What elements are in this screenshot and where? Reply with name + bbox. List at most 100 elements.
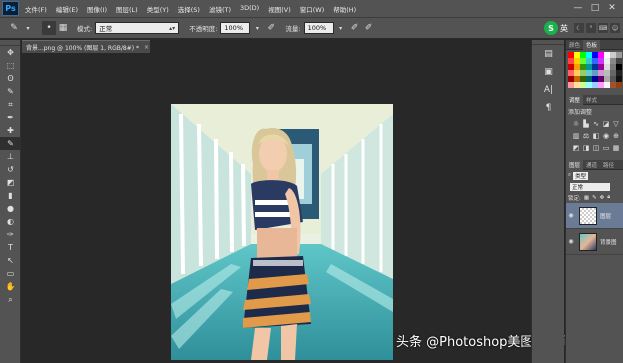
lock-brush-icon[interactable]: ✎ [592,195,597,201]
menu-item[interactable]: 3D(D) [240,4,259,14]
zoom-tool-icon[interactable]: ⌕ [0,293,21,306]
menu-item[interactable]: 图层(L) [116,4,138,14]
tab-swatches[interactable]: 色板 [583,39,601,50]
exposure-icon[interactable]: ◪ [601,118,611,130]
brush-preset-icon[interactable]: ✎ [7,21,21,35]
photo-illustration [171,104,393,360]
hand-tool-icon[interactable]: ✋ [0,280,21,293]
lock-all-icon[interactable]: 🔒︎ [607,194,610,201]
brightness-icon[interactable]: ☼ [571,118,581,130]
menu-item[interactable]: 图像(I) [87,4,107,14]
eye-icon[interactable]: ◉ [566,212,576,219]
invert-icon[interactable]: ◩ [571,142,581,154]
tab-styles[interactable]: 样式 [583,95,600,105]
history-icon[interactable]: ▤ [532,45,565,63]
crop-tool-icon[interactable]: ⌗ [0,98,21,111]
flow-field[interactable]: 100% [303,22,334,34]
document-tab[interactable]: 背景...png @ 100% (图层 1, RGB/8#) * × [22,40,150,53]
skin-icon[interactable]: ☺ [610,23,620,33]
flow-label: 流量: [285,25,301,33]
menu-item[interactable]: 编辑(E) [56,4,78,14]
opacity-dropdown-icon[interactable]: ▾ [250,21,264,35]
channel-mixer-icon[interactable]: ⊕ [611,130,621,142]
hue-saturation-icon[interactable]: ▥ [571,130,581,142]
layer-thumbnail [579,206,597,225]
menu-item[interactable]: 类型(Y) [147,4,169,14]
ime-language[interactable]: 英 [560,23,568,34]
pen-tool-icon[interactable]: ✑ [0,228,21,241]
path-select-tool-icon[interactable]: ↖ [0,254,21,267]
tools-panel: ✥ ⬚ ʘ ✎ ⌗ ✒ ✚ ✎ ⊥ ↺ ◩ ▮ ● ◐ ✑ T ↖ ▭ ✋ ⌕ [0,40,21,363]
levels-icon[interactable]: ▙ [581,118,591,130]
menu-item[interactable]: 滤镜(T) [209,4,231,14]
shape-tool-icon[interactable]: ▭ [0,267,21,280]
keyboard-icon[interactable]: ⌨ [598,23,608,33]
paragraph-icon[interactable]: ¶ [532,99,565,117]
tab-channels[interactable]: 通道 [583,160,600,170]
brush-size-icon[interactable]: • [42,21,56,35]
brush-panel-icon[interactable]: ▦ [56,21,70,35]
adjust-panel-tabs: 调整 样式 [566,94,623,105]
blend-mode-select[interactable]: 正常 [570,182,610,191]
color-balance-icon[interactable]: ⚖ [581,130,591,142]
menu-item[interactable]: 选择(S) [178,4,200,14]
layer-row-1[interactable]: ◉ 图层 [566,203,623,229]
opacity-field[interactable]: 100% [220,22,251,34]
opacity-value: 100% [224,24,243,32]
eyedropper-tool-icon[interactable]: ✒ [0,111,21,124]
color-swatch[interactable] [616,82,622,88]
threshold-icon[interactable]: ◫ [591,142,601,154]
menu-item[interactable]: 帮助(H) [333,4,356,14]
blur-tool-icon[interactable]: ● [0,202,21,215]
layer-kind-value: 类型 [575,173,587,180]
eye-icon[interactable]: ◉ [566,238,576,245]
add-adjustment-label: 添加调整 [568,109,593,116]
canvas-image[interactable] [171,104,393,360]
close-button[interactable]: ✕ [605,2,619,14]
punctuation-icon[interactable]: ° [586,23,596,33]
maximize-button[interactable]: □ [588,2,602,14]
tab-adjustments[interactable]: 调整 [566,94,584,105]
lock-pixels-icon[interactable]: ▦ [584,195,589,201]
history-brush-tool-icon[interactable]: ↺ [0,163,21,176]
quick-select-tool-icon[interactable]: ✎ [0,85,21,98]
gradient-tool-icon[interactable]: ▮ [0,189,21,202]
curves-icon[interactable]: ∿ [591,118,601,130]
clone-stamp-tool-icon[interactable]: ⊥ [0,150,21,163]
menu-item[interactable]: 视图(V) [268,4,291,14]
mode-select[interactable]: 正常 ▴▾ [95,22,180,34]
dodge-tool-icon[interactable]: ◐ [0,215,21,228]
flow-dropdown-icon[interactable]: ▾ [334,21,348,35]
vibrance-icon[interactable]: ▽ [611,118,621,130]
healing-brush-tool-icon[interactable]: ✚ [0,124,21,137]
tab-layers[interactable]: 图层 [566,159,584,170]
lock-position-icon[interactable]: ✥ [600,195,605,201]
tab-paths[interactable]: 路径 [600,160,617,170]
lasso-tool-icon[interactable]: ʘ [0,72,21,85]
close-tab-icon[interactable]: × [144,44,149,51]
eraser-tool-icon[interactable]: ◩ [0,176,21,189]
posterize-icon[interactable]: ◨ [581,142,591,154]
dropdown-arrow-icon[interactable]: ▾ [21,21,35,35]
minimize-button[interactable]: — [571,2,585,14]
character-icon[interactable]: A| [532,81,565,99]
airbrush-icon[interactable]: ✐ [348,21,362,35]
move-tool-icon[interactable]: ✥ [0,46,21,59]
type-tool-icon[interactable]: T [0,241,21,254]
layer-row-background[interactable]: ◉ 背景图 [566,229,623,255]
sogou-icon[interactable]: S [544,21,558,35]
properties-icon[interactable]: ▣ [532,63,565,81]
marquee-tool-icon[interactable]: ⬚ [0,59,21,72]
selective-color-icon[interactable]: ▦ [611,142,621,154]
photo-filter-icon[interactable]: ◉ [601,130,611,142]
gradient-map-icon[interactable]: ▭ [601,142,611,154]
menu-item[interactable]: 文件(F) [25,4,47,14]
brush-tool-icon[interactable]: ✎ [0,137,21,150]
menu-item[interactable]: 窗口(W) [300,4,325,14]
black-white-icon[interactable]: ◧ [591,130,601,142]
tab-color[interactable]: 颜色 [566,40,583,50]
pressure-opacity-icon[interactable]: ✐ [264,21,278,35]
pressure-size-icon[interactable]: ✐ [362,21,376,35]
layer-kind-select[interactable]: 类型 [573,171,589,180]
moon-icon[interactable]: ☾ [574,23,584,33]
